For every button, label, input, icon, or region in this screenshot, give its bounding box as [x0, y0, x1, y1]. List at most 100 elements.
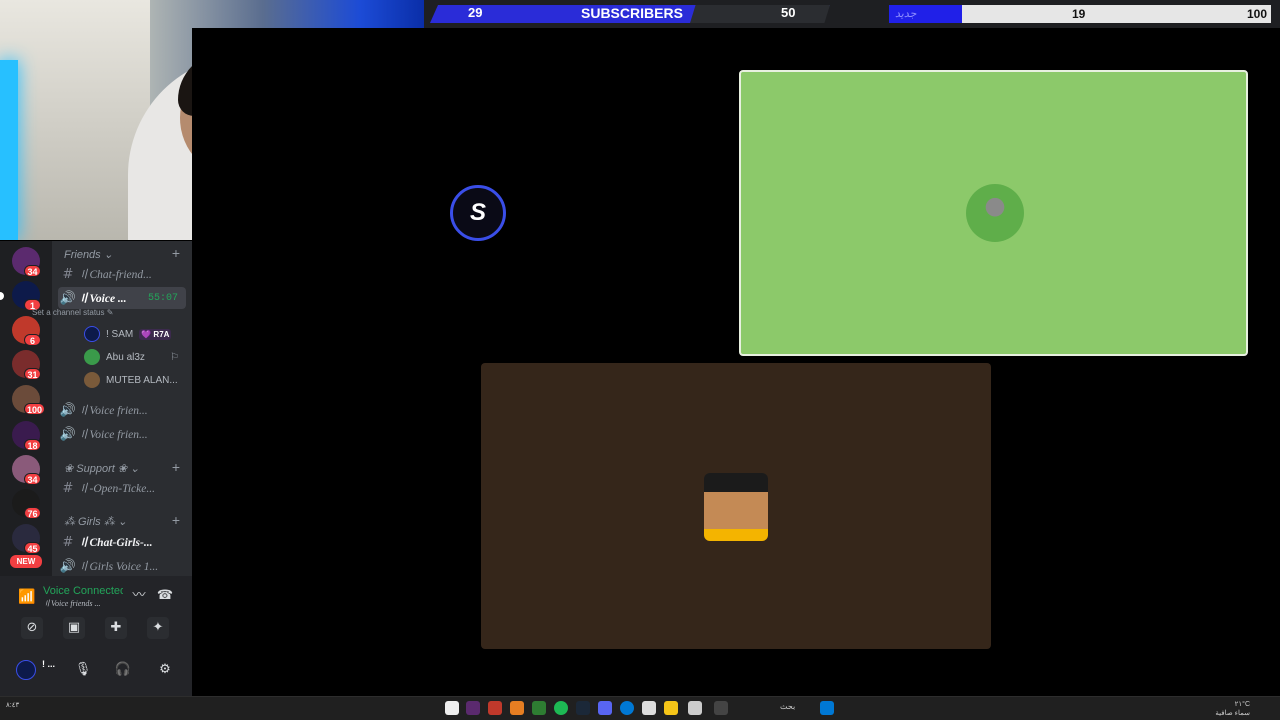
mention-badge: 45: [24, 542, 41, 554]
steam-icon[interactable]: [576, 701, 590, 715]
server-logo-badge: S: [450, 185, 506, 241]
subscribers-count: 29: [468, 5, 483, 20]
mention-badge: 76: [24, 507, 41, 519]
mention-badge: 31: [24, 368, 41, 380]
mention-badge: 6: [24, 334, 41, 346]
user-avatar: [704, 473, 768, 541]
noise-suppression-icon[interactable]: 〰: [128, 585, 150, 607]
mention-badge: 18: [24, 439, 41, 451]
channel-name: 〢Chat-Girls-...: [78, 537, 153, 549]
voice-user[interactable]: Abu al3z ⚐: [84, 347, 179, 367]
speaker-icon: 🔊: [59, 558, 77, 574]
disconnect-icon[interactable]: ☎: [154, 585, 176, 607]
my-username: ! ...: [42, 659, 55, 669]
browser-icon[interactable]: [510, 701, 524, 715]
user-avatar: [966, 184, 1024, 242]
hash-icon: #: [62, 534, 74, 550]
channel-chat-friends[interactable]: # 〢Chat-friend...: [58, 263, 186, 285]
new-badge[interactable]: NEW: [10, 555, 42, 568]
secondary-goal-label: جديد: [895, 8, 917, 20]
channel-chat-girls[interactable]: # 〢Chat-Girls-...: [58, 531, 186, 553]
weather-desc: سماء صافية: [1215, 710, 1250, 717]
add-channel-icon[interactable]: +: [172, 459, 180, 475]
category-friends[interactable]: Friends ⌄: [64, 248, 113, 261]
channel-name: 〢Voice frien...: [78, 405, 148, 417]
mention-badge: 100: [24, 403, 46, 415]
excel-icon[interactable]: [532, 701, 546, 715]
channel-voice-friends-3[interactable]: 🔊 〢Voice frien...: [58, 423, 186, 445]
category-girls[interactable]: ⁂ Girls ⁂ ⌄: [64, 515, 127, 528]
channel-open-ticket[interactable]: # 〢-Open-Ticke...: [58, 477, 186, 499]
server-logo-letter: S: [469, 199, 486, 226]
channel-name: 〢Girls Voice 1...: [78, 561, 159, 573]
windows-taskbar: ٨:٤٣ بحث ٢١°C سماء صافية: [0, 696, 1280, 720]
screen-share-icon[interactable]: ▣: [63, 617, 85, 639]
category-support[interactable]: ❀ Support ❀ ⌄: [64, 462, 139, 475]
app-icon[interactable]: [714, 701, 728, 715]
file-explorer-icon[interactable]: [664, 701, 678, 715]
channel-name: 〢Voice frien...: [78, 429, 148, 441]
set-channel-status-link[interactable]: Set a channel status ✎: [32, 308, 113, 317]
user-tile-brown[interactable]: [481, 363, 991, 649]
weather-widget[interactable]: ٢١°C سماء صافية: [1215, 700, 1250, 718]
channel-list-lower: 🔊 〢Voice frien... 🔊 〢Voice frien... ❀ Su…: [52, 399, 192, 576]
add-channel-icon[interactable]: +: [172, 245, 180, 261]
weather-temp: ٢١°C: [1234, 701, 1250, 708]
screen: 29 SUBSCRIBERS 50 جديد 19 100 S 34 1 6 31 10…: [0, 0, 1280, 720]
user-avatar: [84, 372, 100, 388]
secondary-goal-bar: جديد 19 100: [889, 5, 1271, 23]
user-avatar: [84, 349, 100, 365]
user-name: Abu al3z: [106, 351, 145, 363]
app-icon[interactable]: [688, 701, 702, 715]
hash-icon: #: [62, 266, 74, 282]
channel-voice-friends-2[interactable]: 🔊 〢Voice frien...: [58, 399, 186, 421]
subscribers-goal-bg: [690, 5, 830, 23]
app-icon[interactable]: [466, 701, 480, 715]
my-avatar[interactable]: [16, 660, 36, 680]
secondary-goal-count: 19: [1072, 7, 1086, 21]
speaker-icon: 🔊: [59, 290, 77, 306]
discord-icon[interactable]: [598, 701, 612, 715]
mention-badge: 34: [24, 473, 41, 485]
add-channel-icon[interactable]: +: [172, 512, 180, 528]
microphone-icon[interactable]: 🎙: [72, 659, 94, 681]
voice-user[interactable]: ! SAM 💜 R7A: [84, 324, 172, 344]
playstation-icon: ⚐: [170, 351, 179, 363]
taskbar-search[interactable]: بحث: [780, 702, 795, 711]
webcam-led-light: [0, 60, 18, 240]
taskbar-left-text: ٨:٤٣: [6, 702, 20, 709]
voice-connected-channel[interactable]: 〢Voice friends ...: [43, 598, 101, 609]
headphones-icon[interactable]: 🎧: [112, 659, 134, 681]
channel-voice-active[interactable]: 🔊 〢Voice ... 55:07: [58, 287, 186, 309]
settings-gear-icon[interactable]: ⚙: [154, 659, 176, 681]
windows-start-icon[interactable]: [820, 701, 834, 715]
user-avatar: [84, 326, 100, 342]
speaker-icon: 🔊: [59, 402, 77, 418]
user-name: MUTEB ALAN...: [106, 374, 178, 386]
channel-name: 〢Chat-friend...: [78, 269, 152, 281]
app-icon[interactable]: [642, 701, 656, 715]
user-tag: 💜 R7A: [139, 328, 172, 340]
channel-girls-voice[interactable]: 🔊 〢Girls Voice 1...: [58, 555, 186, 576]
camera-off-icon[interactable]: ⊘: [21, 617, 43, 639]
hash-icon: #: [62, 480, 74, 496]
signal-icon[interactable]: 📶: [18, 589, 35, 605]
voice-timer: 55:07: [147, 292, 178, 304]
speaker-icon: 🔊: [59, 426, 77, 442]
soundboard-icon[interactable]: ✦: [147, 617, 169, 639]
activities-icon[interactable]: ✚: [105, 617, 127, 639]
start-menu-icon[interactable]: [445, 701, 459, 715]
spotify-icon[interactable]: [554, 701, 568, 715]
channel-name: 〢-Open-Ticke...: [78, 483, 155, 495]
app-icon[interactable]: [488, 701, 502, 715]
voice-connected-title: Voice Connected: [43, 585, 123, 597]
secondary-goal-target: 100: [1246, 7, 1267, 21]
user-name: ! SAM: [106, 328, 134, 340]
channel-name: 〢Voice ...: [78, 293, 127, 305]
edge-icon[interactable]: [620, 701, 634, 715]
subscribers-goal: 50: [781, 5, 796, 20]
user-tile-green[interactable]: [739, 70, 1248, 356]
voice-user[interactable]: MUTEB ALAN...: [84, 370, 178, 390]
subscribers-label: SUBSCRIBERS: [581, 5, 683, 21]
mention-badge: 34: [24, 265, 41, 277]
